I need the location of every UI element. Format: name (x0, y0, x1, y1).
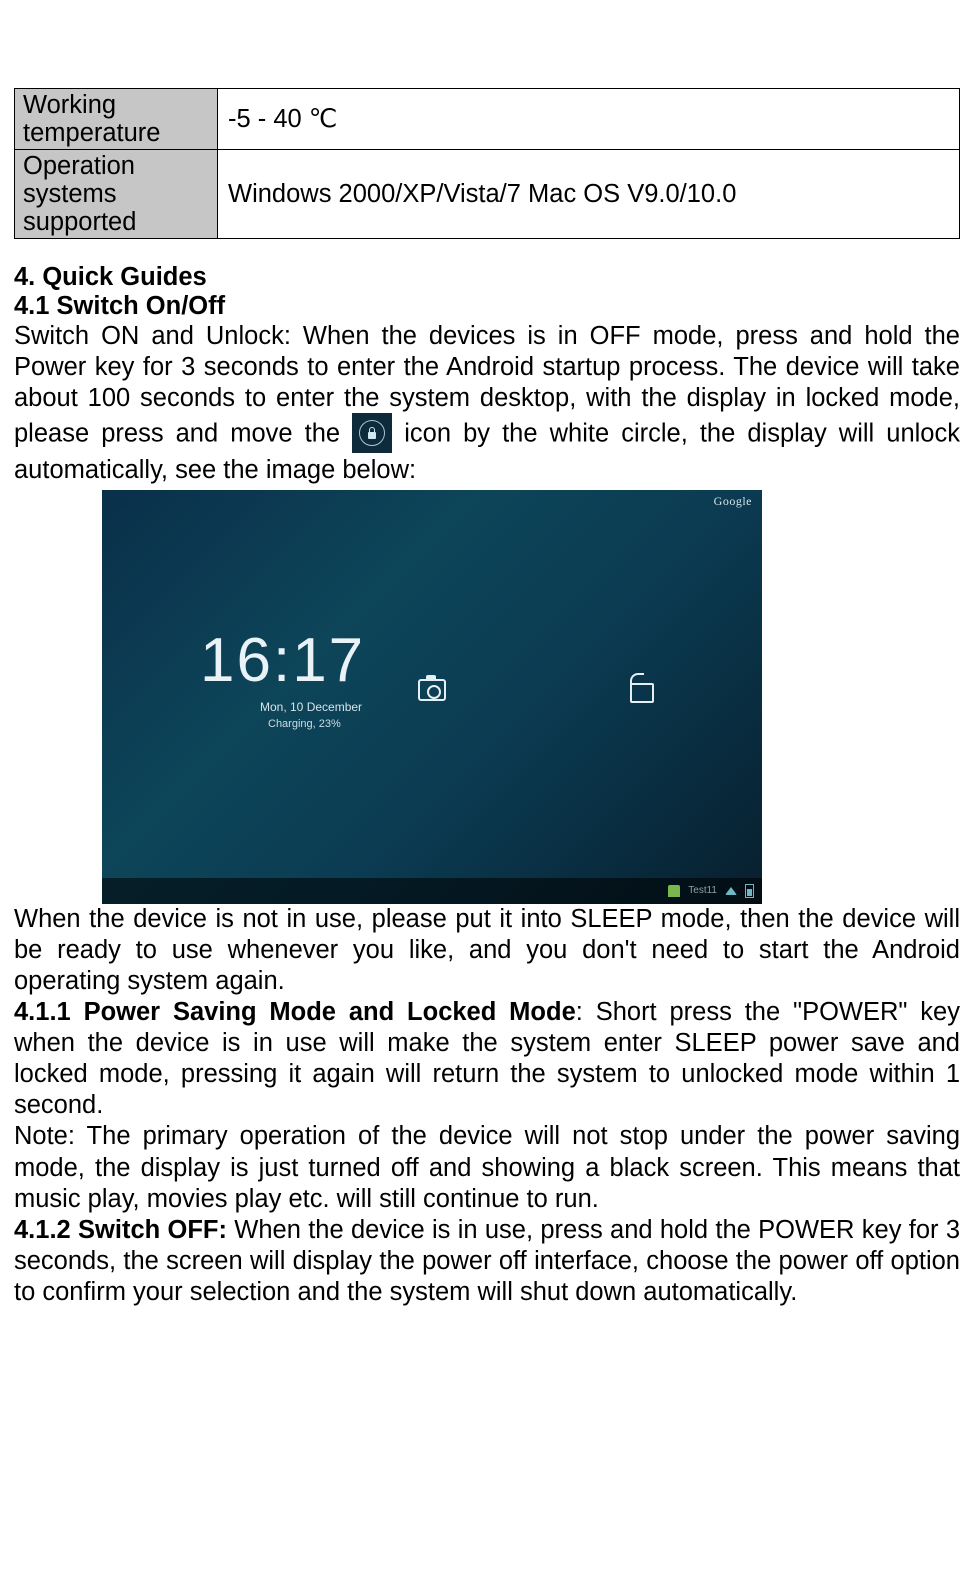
google-label: Google (714, 494, 752, 509)
lockscreen-screenshot: Google 16:17 Mon, 10 December Charging, … (102, 490, 762, 904)
section-4-1-1: 4.1.1 Power Saving Mode and Locked Mode:… (14, 997, 960, 1121)
lock-icon (352, 413, 392, 453)
battery-icon (745, 884, 754, 898)
lockscreen-topbar: Google (102, 490, 762, 514)
table-row: Working temperature -5 - 40 ℃ (15, 89, 960, 150)
section-4-title: 4. Quick Guides (14, 263, 960, 292)
unlock-icon (630, 683, 654, 703)
spec-label: Operation systems supported (15, 150, 218, 239)
spec-label: Working temperature (15, 89, 218, 150)
table-row: Operation systems supported Windows 2000… (15, 150, 960, 239)
nav-text: Test11 (688, 885, 717, 896)
section-4-1-paragraph-2: When the device is not in use, please pu… (14, 904, 960, 997)
spec-value: Windows 2000/XP/Vista/7 Mac OS V9.0/10.0 (218, 150, 960, 239)
lockscreen-navbar: Test11 (102, 878, 762, 904)
lockscreen-date: Mon, 10 December (260, 700, 362, 714)
section-4-1-1-label: 4.1.1 Power Saving Mode and Locked Mode (14, 998, 576, 1026)
android-icon (668, 885, 680, 897)
camera-icon (418, 679, 446, 701)
section-4-1-2-label: 4.1.2 Switch OFF: (14, 1216, 227, 1244)
section-4-1-2: 4.1.2 Switch OFF: When the device is in … (14, 1215, 960, 1308)
lockscreen-time: 16:17 (200, 630, 365, 692)
lockscreen-charging: Charging, 23% (268, 718, 341, 730)
spec-value: -5 - 40 ℃ (218, 89, 960, 150)
section-4-1-title: 4.1 Switch On/Off (14, 292, 960, 321)
wifi-icon (725, 887, 737, 895)
specs-table: Working temperature -5 - 40 ℃ Operation … (14, 88, 960, 239)
section-4-1-1-note: Note: The primary operation of the devic… (14, 1121, 960, 1214)
section-4-1-paragraph-1: Switch ON and Unlock: When the devices i… (14, 321, 960, 485)
